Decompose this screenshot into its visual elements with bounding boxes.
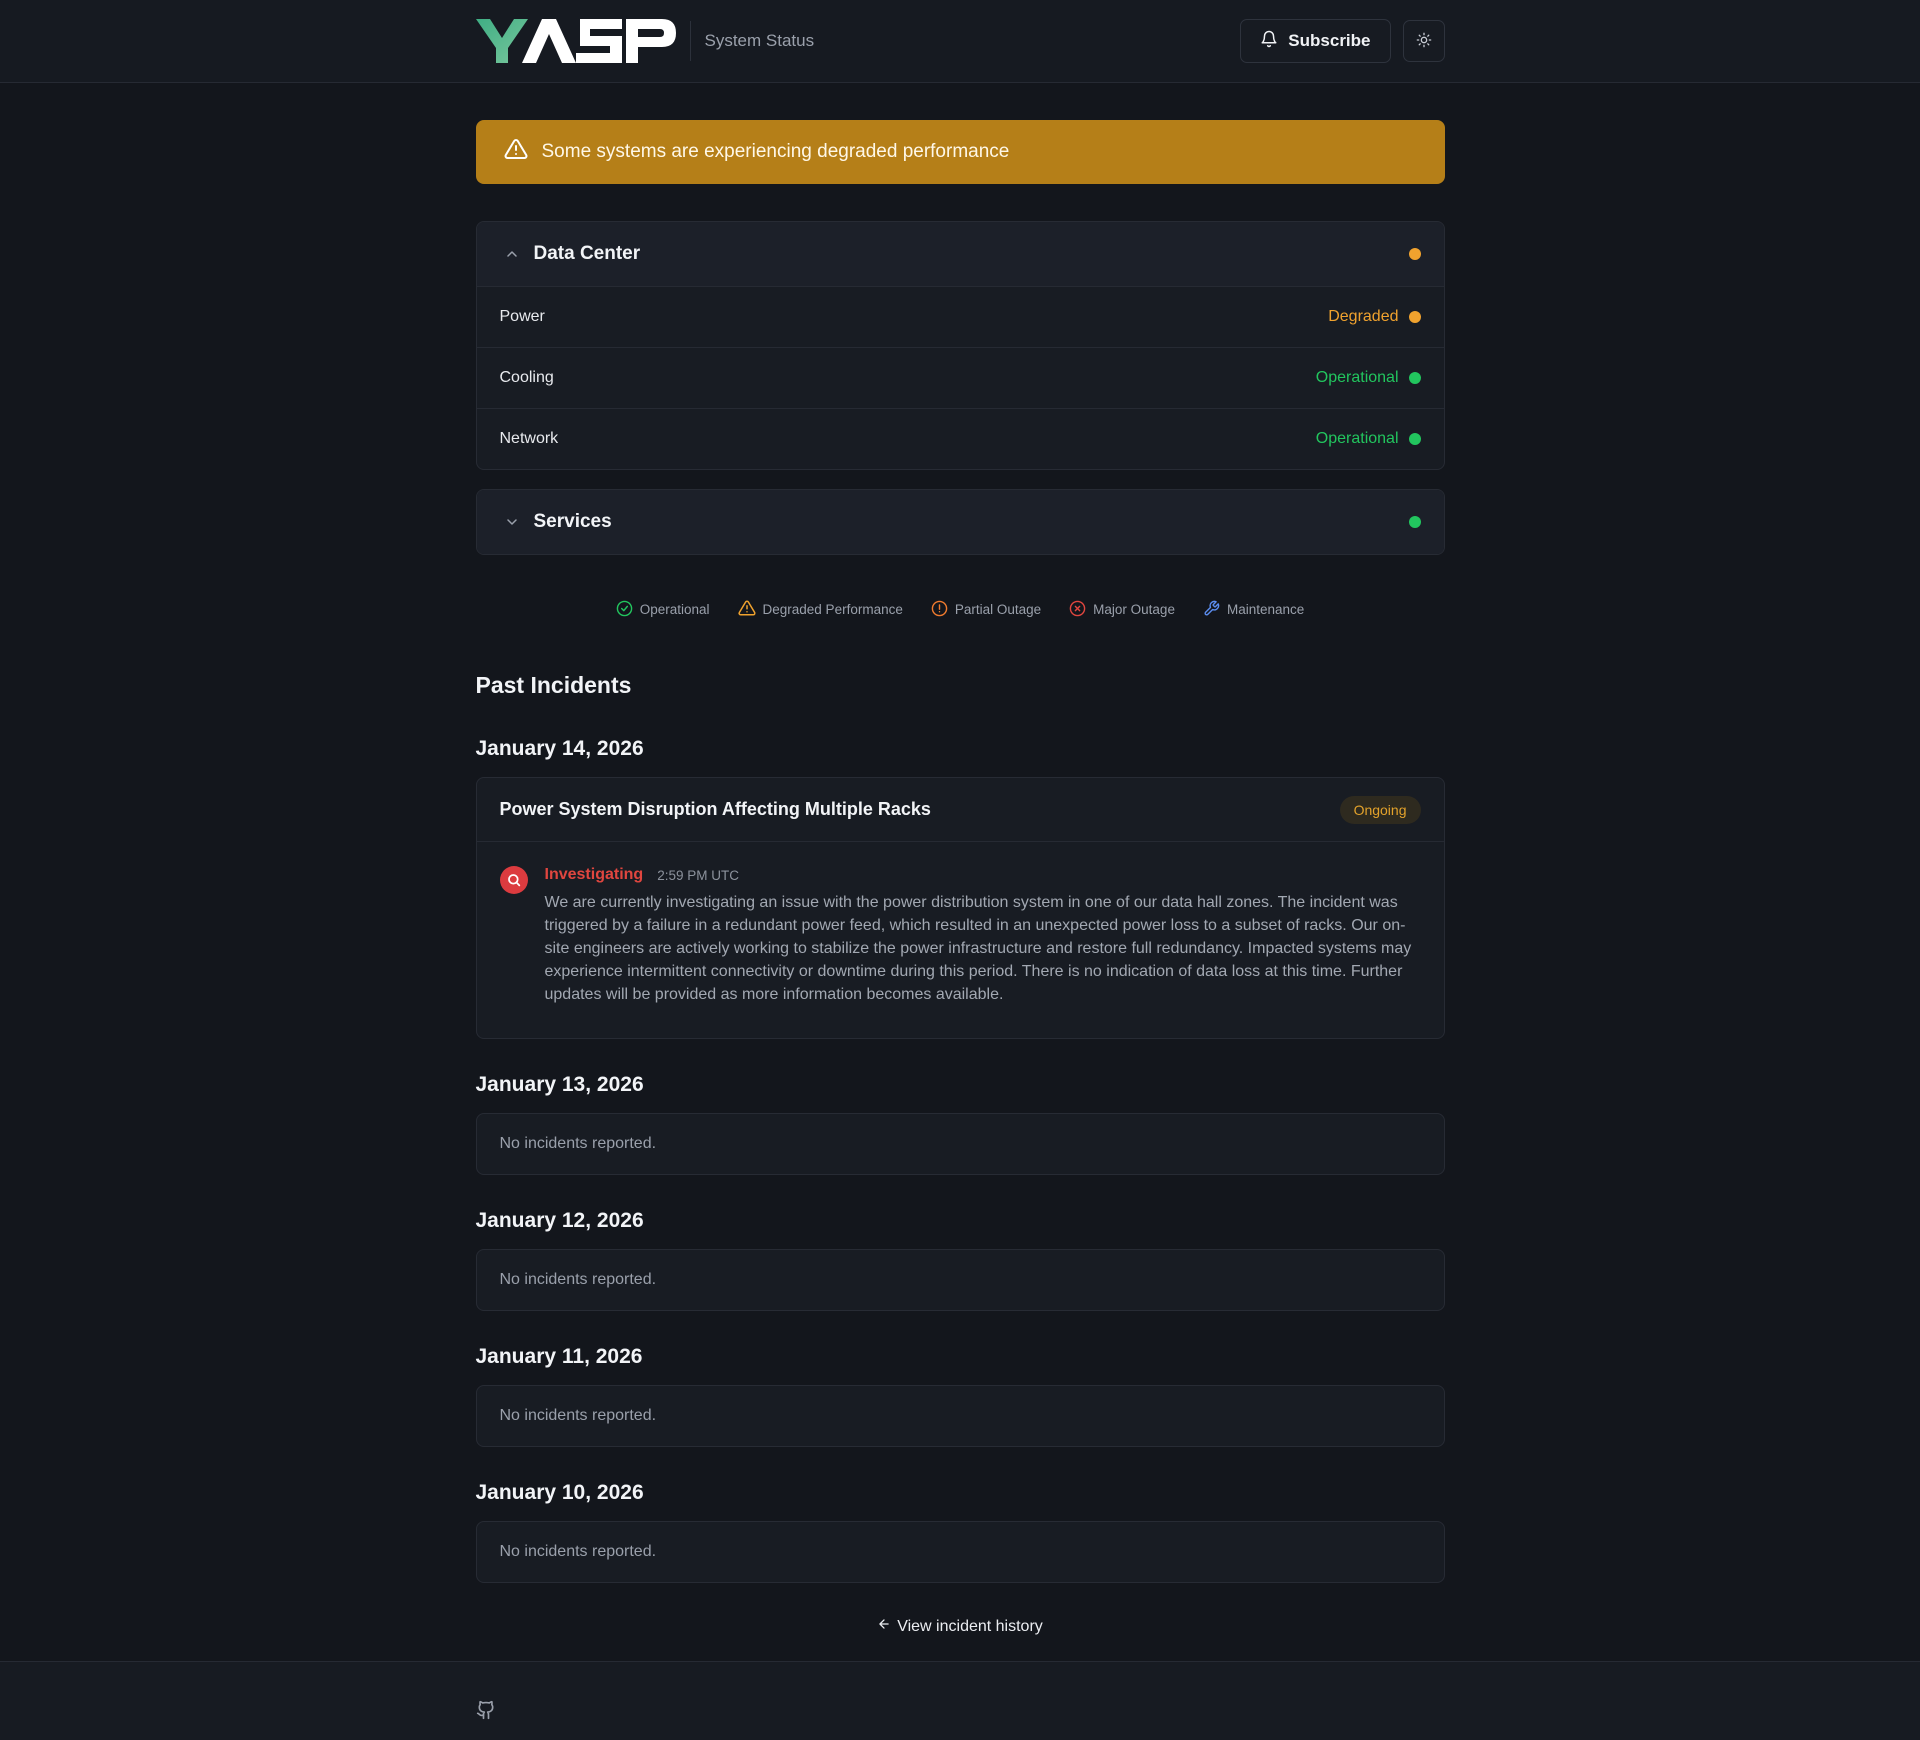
- no-incidents-card: No incidents reported.: [475, 1385, 1445, 1447]
- group-header-data-center[interactable]: Data Center: [476, 222, 1444, 286]
- incident-title[interactable]: Power System Disruption Affecting Multip…: [500, 799, 931, 820]
- component-status: Degraded: [1328, 308, 1399, 325]
- incident-date: January 12, 2026: [475, 1209, 644, 1232]
- incident-date: January 14, 2026: [475, 737, 644, 760]
- warning-triangle-icon: [737, 599, 756, 620]
- component-name: Power: [499, 308, 545, 325]
- legend-item-degraded: Degraded Performance: [737, 599, 903, 620]
- no-incidents-card: No incidents reported.: [475, 1249, 1445, 1311]
- component-row-power: Power Degraded: [476, 286, 1444, 347]
- incident-card: Power System Disruption Affecting Multip…: [475, 777, 1445, 1039]
- chevron-down-icon: [504, 514, 520, 530]
- component-name: Cooling: [499, 369, 554, 386]
- incident-date: January 13, 2026: [475, 1073, 644, 1096]
- subscribe-label: Subscribe: [1288, 31, 1371, 50]
- status-dot: [1408, 311, 1421, 323]
- status-legend: Operational Degraded Performance Partial…: [476, 599, 1445, 620]
- update-text: We are currently investigating an issue …: [544, 894, 1412, 1003]
- subscribe-button[interactable]: Subscribe: [1240, 19, 1391, 63]
- group-status-dot: [1408, 516, 1421, 528]
- github-icon[interactable]: [476, 1700, 496, 1724]
- check-circle-icon: [616, 600, 633, 620]
- incident-date: January 10, 2026: [475, 1481, 644, 1504]
- group-services: Services: [475, 489, 1445, 555]
- footer: [0, 1661, 1920, 1740]
- view-history-label: View incident history: [897, 1617, 1043, 1635]
- group-header-services[interactable]: Services: [476, 490, 1444, 554]
- header-divider: [689, 21, 691, 61]
- theme-toggle-button[interactable]: [1402, 20, 1445, 62]
- component-status: Operational: [1315, 369, 1399, 386]
- component-status: Operational: [1315, 430, 1399, 447]
- component-row-cooling: Cooling Operational: [476, 347, 1444, 408]
- status-dot: [1408, 372, 1421, 384]
- warning-triangle-icon: [504, 137, 528, 167]
- search-icon: [499, 866, 528, 894]
- status-dot: [1408, 433, 1421, 445]
- wrench-icon: [1203, 600, 1220, 620]
- x-circle-icon: [1069, 600, 1086, 620]
- main-content: Some systems are experiencing degraded p…: [475, 83, 1445, 1636]
- status-banner: Some systems are experiencing degraded p…: [475, 120, 1445, 184]
- group-status-dot: [1408, 248, 1421, 260]
- arrow-left-icon: [877, 1617, 891, 1636]
- incident-update: Investigating 2:59 PM UTC We are current…: [477, 842, 1444, 1038]
- no-incidents-card: No incidents reported.: [475, 1521, 1445, 1583]
- legend-label: Major Outage: [1093, 602, 1175, 617]
- bell-icon: [1260, 30, 1278, 53]
- incident-date: January 11, 2026: [475, 1345, 643, 1368]
- view-history-link[interactable]: View incident history: [476, 1617, 1445, 1636]
- banner-message: Some systems are experiencing degraded p…: [541, 141, 1010, 162]
- sun-icon: [1416, 32, 1432, 51]
- update-time: 2:59 PM UTC: [657, 867, 739, 883]
- past-incidents-title: Past Incidents: [475, 672, 632, 698]
- legend-label: Degraded Performance: [762, 602, 903, 617]
- group-data-center: Data Center Power Degraded Cooling Opera…: [475, 221, 1445, 470]
- legend-label: Partial Outage: [954, 602, 1042, 617]
- top-header: System Status Subscribe: [0, 0, 1920, 83]
- legend-item-maintenance: Maintenance: [1203, 599, 1304, 620]
- no-incidents-card: No incidents reported.: [475, 1113, 1445, 1175]
- legend-label: Maintenance: [1226, 602, 1305, 617]
- group-title: Services: [533, 511, 612, 532]
- chevron-up-icon: [504, 246, 520, 262]
- yasp-logo[interactable]: [475, 16, 676, 66]
- alert-circle-icon: [931, 600, 948, 620]
- legend-label: Operational: [639, 602, 710, 617]
- legend-item-operational: Operational: [616, 599, 710, 620]
- component-name: Network: [499, 430, 559, 447]
- header-subtitle: System Status: [704, 31, 815, 50]
- group-title: Data Center: [533, 243, 641, 264]
- status-badge: Ongoing: [1339, 795, 1421, 824]
- legend-item-major-outage: Major Outage: [1069, 599, 1175, 620]
- legend-item-partial-outage: Partial Outage: [931, 599, 1041, 620]
- update-status: Investigating: [544, 866, 644, 883]
- component-row-network: Network Operational: [476, 408, 1444, 469]
- incident-card-header: Power System Disruption Affecting Multip…: [476, 778, 1444, 842]
